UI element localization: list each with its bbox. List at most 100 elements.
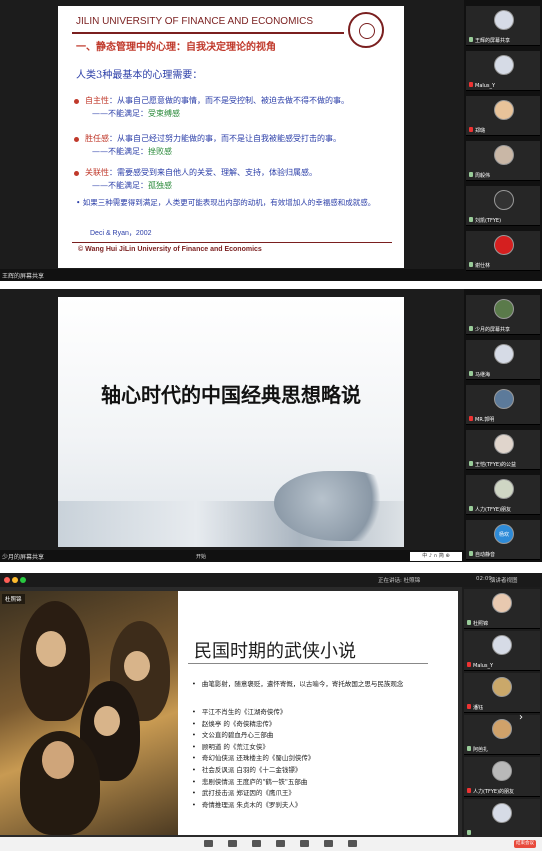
need-desc: ：从事自己愿意做的事情，而不是受控制、被迫去做不得不做的事。 xyxy=(109,96,349,105)
avatar xyxy=(494,10,514,30)
participant-tile[interactable]: 阿芭扎 xyxy=(464,715,540,755)
mic-icon xyxy=(467,830,471,835)
end-meeting-button[interactable]: 结束会议 xyxy=(514,840,536,848)
slide-intro: 人类3种最基本的心理需要： xyxy=(76,70,203,81)
mic-icon xyxy=(469,506,473,511)
more-icon[interactable] xyxy=(348,840,357,847)
participant-tile[interactable]: 马继海 xyxy=(466,340,540,380)
mic-icon xyxy=(469,371,473,376)
record-icon[interactable] xyxy=(324,840,333,847)
mic-icon xyxy=(469,217,473,222)
speaking-indicator: 正在讲话: 杜照锦 xyxy=(378,578,421,584)
participants-icon[interactable] xyxy=(276,840,285,847)
participant-tile[interactable]: Malus_Y xyxy=(464,631,540,671)
participant-tile[interactable]: 潘钰 xyxy=(464,673,540,713)
input-method-bar[interactable]: 中 ♪ ∩ 简 ⊕ xyxy=(410,552,462,561)
participant-tile[interactable]: 周毅伟 xyxy=(466,141,540,181)
participant-tile[interactable]: Malus_Y xyxy=(466,51,540,91)
avatar xyxy=(494,100,514,120)
need-key: 自主性 xyxy=(85,96,109,105)
mic-muted-icon xyxy=(467,704,471,709)
bottom-bar xyxy=(0,269,464,281)
need-key: 胜任感 xyxy=(85,134,109,143)
participant-sidebar: 王辉的屏幕共享 Malus_Y 郑璐 周毅伟 刘凯(TFYE) 谢仕林 xyxy=(464,0,542,281)
list-item: 平江不肖生的《江湖奇侠传》 xyxy=(192,707,454,719)
slide-intro: 曲笔影射，随意褒贬，遣怀寄慨，以古喻今，寄托故国之思与民族观念 xyxy=(192,679,454,689)
participant-tile[interactable]: 王恺(TFYE)的公益 xyxy=(466,430,540,470)
participant-tile[interactable]: 王辉的屏幕共享 xyxy=(466,6,540,46)
participant-name: 人力(TFYE)的朋友 xyxy=(473,789,515,795)
list-item: 文公直的碧血丹心三部曲 xyxy=(192,730,454,742)
participant-tile[interactable]: 人力(TFYE)朋友 xyxy=(466,475,540,515)
divider xyxy=(72,32,344,34)
shared-slide: 轴心时代的中国经典思想略说 xyxy=(58,297,404,547)
video-icon[interactable] xyxy=(228,840,237,847)
participant-name: 谢仕林 xyxy=(475,263,491,269)
participant-tile[interactable] xyxy=(464,799,540,839)
bottom-bar xyxy=(0,550,464,562)
university-seal-icon xyxy=(348,12,384,48)
need-key: 关联性 xyxy=(85,168,109,177)
participant-name: 王辉的屏幕共享 xyxy=(475,38,511,44)
meeting-window-3: 正在讲话: 杜照锦 02:09 演讲者视图 杜照锦 民国时期的武侠小说 曲笔影射… xyxy=(0,573,542,851)
slide-summary: • 如果三种需要得到满足，人类更可能表现出内部的动机，有效增加人的幸福感和成就感… xyxy=(76,198,376,207)
slide-title: 一、静态管理中的心理：自我决定理论的视角 xyxy=(76,42,276,53)
mic-muted-icon xyxy=(469,127,473,132)
avatar xyxy=(494,299,514,319)
shared-slide: JILIN UNIVERSITY OF FINANCE AND ECONOMIC… xyxy=(58,6,404,268)
shared-slide: 民国时期的武侠小说 曲笔影射，随意褒贬，遣怀寄慨，以古喻今，寄托故国之思与民族观… xyxy=(178,591,458,835)
participant-tile[interactable]: 谢仕林 xyxy=(466,231,540,271)
share-screen-icon[interactable] xyxy=(252,840,261,847)
poster-face xyxy=(36,631,66,667)
participant-tile[interactable]: 刘凯(TFYE) xyxy=(466,186,540,226)
participant-tile[interactable]: 少月的屏幕共享 xyxy=(466,295,540,335)
participant-name: 王恺(TFYE)的公益 xyxy=(475,462,517,468)
close-window-icon[interactable] xyxy=(4,577,10,583)
avatar xyxy=(494,389,514,409)
layout-toggle[interactable]: 演讲者视图 xyxy=(490,576,518,584)
mute-icon[interactable] xyxy=(204,840,213,847)
share-owner-label: 少月的屏幕共享 xyxy=(2,554,45,561)
chat-icon[interactable] xyxy=(300,840,309,847)
mic-icon xyxy=(469,262,473,267)
meeting-window-2: 轴心时代的中国经典思想略说 少月的屏幕共享 马继海 MR.郭明 王恺(TFYE)… xyxy=(0,289,542,562)
mic-icon xyxy=(467,746,471,751)
poster-face xyxy=(124,651,150,681)
participant-name: 阿芭扎 xyxy=(473,747,489,753)
minimize-window-icon[interactable] xyxy=(12,577,18,583)
title-bar: 正在讲话: 杜照锦 02:09 演讲者视图 xyxy=(0,573,542,587)
start-button[interactable]: 开始 xyxy=(196,553,206,560)
university-name: JILIN UNIVERSITY OF FINANCE AND ECONOMIC… xyxy=(76,16,314,27)
mic-muted-icon xyxy=(469,416,473,421)
participant-name: 自动静音 xyxy=(475,552,496,558)
movie-poster-image: 杜照锦 xyxy=(0,591,178,835)
participant-tile[interactable]: 杨欢自动静音 xyxy=(466,520,540,560)
list-item: 奇幻仙侠派 还珠楼主的《蜀山剑侠传》 xyxy=(192,753,454,765)
share-owner-label: 王辉的屏幕共享 xyxy=(2,273,45,280)
avatar: 杨欢 xyxy=(494,524,514,544)
maximize-window-icon[interactable] xyxy=(20,577,26,583)
participant-name: 潘钰 xyxy=(473,705,484,711)
mic-muted-icon xyxy=(467,662,471,667)
participant-tile[interactable]: 杜照锦 xyxy=(464,589,540,629)
participant-tile[interactable]: 人力(TFYE)的朋友 xyxy=(464,757,540,797)
divider xyxy=(72,242,392,243)
unsat-value: 挫败感 xyxy=(148,147,172,156)
avatar xyxy=(494,190,514,210)
chevron-right-icon[interactable]: › xyxy=(516,711,526,725)
mic-icon xyxy=(469,551,473,556)
poster-face xyxy=(42,741,74,779)
divider xyxy=(188,663,428,664)
bullet-icon xyxy=(74,98,79,104)
unsat-value: 孤独感 xyxy=(148,181,172,190)
participant-sidebar: 少月的屏幕共享 马继海 MR.郭明 王恺(TFYE)的公益 人力(TFYE)朋友… xyxy=(464,289,542,562)
list-item: 顾明道 的《荒江女侠》 xyxy=(192,742,454,754)
mic-icon xyxy=(469,172,473,177)
participant-tile[interactable]: 郑璐 xyxy=(466,96,540,136)
participant-tile[interactable]: MR.郭明 xyxy=(466,385,540,425)
mic-icon xyxy=(467,620,471,625)
avatar xyxy=(492,761,512,781)
participant-name: Malus_Y xyxy=(473,663,494,669)
list-item: 武打技击派 郑证因的《鹰爪王》 xyxy=(192,788,454,800)
copyright: © Wang Hui JiLin University of Finance a… xyxy=(78,246,262,253)
